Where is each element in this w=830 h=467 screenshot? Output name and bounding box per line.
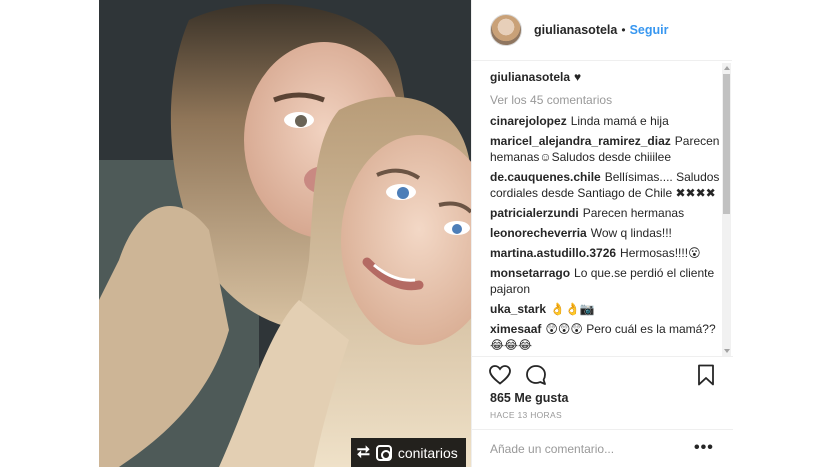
comment-item: ximesaaf 😲😲😲 Pero cuál es la mamá?? 😂😂😂 — [490, 321, 724, 353]
follow-button[interactable]: Seguir — [630, 23, 669, 37]
scroll-up-icon[interactable] — [724, 66, 730, 70]
comment-item: cinarejolopez Linda mamá e hija — [490, 113, 724, 129]
comment-username[interactable]: martina.astudillo.3726 — [490, 246, 616, 260]
photo-illustration — [99, 0, 471, 467]
comment-username[interactable]: ximesaaf — [490, 322, 541, 336]
view-all-comments-link[interactable]: Ver los 45 comentarios — [490, 93, 724, 107]
comment-item: de.cauquenes.chile Bellísimas.... Saludos… — [490, 169, 724, 201]
scrollbar-thumb[interactable] — [723, 74, 730, 214]
bookmark-icon[interactable] — [694, 363, 718, 387]
comment-item: maricel_alejandra_ramirez_diaz Parecen he… — [490, 133, 724, 165]
comment-item: monsetarrago Lo que.se perdió el cliente … — [490, 265, 724, 297]
add-comment-input[interactable] — [490, 438, 680, 460]
comment-text: Linda mamá e hija — [570, 114, 669, 128]
add-comment-section: ••• — [472, 429, 733, 467]
caption-text: ♥ — [574, 70, 582, 84]
comment-text: Hermosas!!!!😮 — [620, 246, 701, 260]
caption: giulianasotela ♥ — [490, 69, 724, 85]
repost-icon: ⮂ — [357, 443, 370, 461]
comments-list[interactable]: giulianasotela ♥ Ver los 45 comentarios c… — [490, 61, 724, 355]
comment-username[interactable]: maricel_alejandra_ramirez_diaz — [490, 134, 671, 148]
comment-username[interactable]: de.cauquenes.chile — [490, 170, 601, 184]
repost-badge: ⮂ conitarios — [351, 438, 466, 467]
more-options-icon[interactable]: ••• — [694, 439, 714, 459]
comment-text: Parecen hermanas — [582, 206, 685, 220]
comment-item: uka_stark 👌👌📷 — [490, 301, 724, 317]
caption-username[interactable]: giulianasotela — [490, 70, 570, 84]
post-photo[interactable]: ⮂ conitarios — [99, 0, 471, 467]
likes-count[interactable]: 865 Me gusta — [490, 391, 569, 405]
instagram-logo-icon — [375, 444, 392, 461]
separator-dot: • — [621, 23, 626, 37]
comment-text: Wow q lindas!!! — [590, 226, 672, 240]
heart-icon[interactable] — [488, 363, 512, 387]
repost-account: conitarios — [397, 444, 458, 461]
post-timestamp: HACE 13 HORAS — [490, 410, 562, 420]
comment-item: leonorecheverria Wow q lindas!!! — [490, 225, 724, 241]
post-sidebar: giulianasotela • Seguir giulianasotela ♥ … — [471, 0, 733, 467]
comment-username[interactable]: cinarejolopez — [490, 114, 567, 128]
post-actions: 865 Me gusta HACE 13 HORAS ••• — [472, 356, 733, 467]
comment-item: martina.astudillo.3726 Hermosas!!!!😮 — [490, 245, 724, 261]
instagram-post: ⮂ conitarios giulianasotela • Seguir giu… — [99, 0, 733, 467]
scroll-down-icon[interactable] — [724, 349, 730, 353]
comments-scrollbar[interactable] — [722, 63, 731, 356]
comment-username[interactable]: uka_stark — [490, 302, 546, 316]
comment-icon[interactable] — [524, 363, 548, 387]
comment-text: 👌👌📷 — [550, 302, 595, 316]
author-username[interactable]: giulianasotela — [534, 23, 617, 37]
comment-username[interactable]: monsetarrago — [490, 266, 570, 280]
post-header: giulianasotela • Seguir — [472, 0, 732, 61]
comment-item: patricialerzundi Parecen hermanas — [490, 205, 724, 221]
comment-username[interactable]: leonorecheverria — [490, 226, 587, 240]
avatar[interactable] — [490, 14, 522, 46]
comment-username[interactable]: patricialerzundi — [490, 206, 579, 220]
